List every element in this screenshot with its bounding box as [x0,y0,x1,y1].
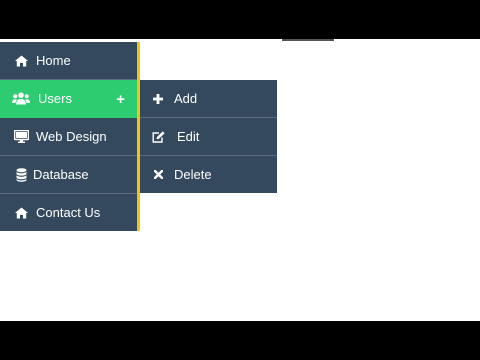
users-icon [10,92,32,105]
plus-icon [148,93,168,104]
menu-item-label: Contact Us [36,205,101,220]
edit-icon [148,130,168,143]
submenu-item-label: Add [174,91,198,106]
menu-item-users[interactable]: Users + [0,80,137,118]
submenu-item-edit[interactable]: Edit [140,118,277,156]
menu-item-home[interactable]: Home [0,42,137,80]
submenu-item-label: Delete [174,167,212,182]
users-submenu: Add Edit Delete [140,80,277,193]
divider [282,39,334,41]
expand-plus-icon[interactable]: + [116,90,125,107]
menu-item-label: Users [38,91,72,106]
menu-item-label: Web Design [36,129,107,144]
submenu-item-add[interactable]: Add [140,80,277,118]
menu-item-label: Database [33,167,89,182]
home-icon [10,207,32,219]
submenu-item-label: Edit [177,129,200,144]
home-icon [10,55,32,67]
page-canvas: Home Users + Web Design Database Contact… [0,39,480,321]
sidebar-menu: Home Users + Web Design Database Contact… [0,42,140,231]
submenu-item-delete[interactable]: Delete [140,156,277,193]
menu-item-label: Home [36,53,71,68]
times-icon [148,170,168,179]
menu-item-database[interactable]: Database [0,156,137,194]
menu-item-web-design[interactable]: Web Design [0,118,137,156]
database-icon [10,167,32,182]
menu-item-contact-us[interactable]: Contact Us [0,194,137,231]
monitor-icon [10,130,32,143]
